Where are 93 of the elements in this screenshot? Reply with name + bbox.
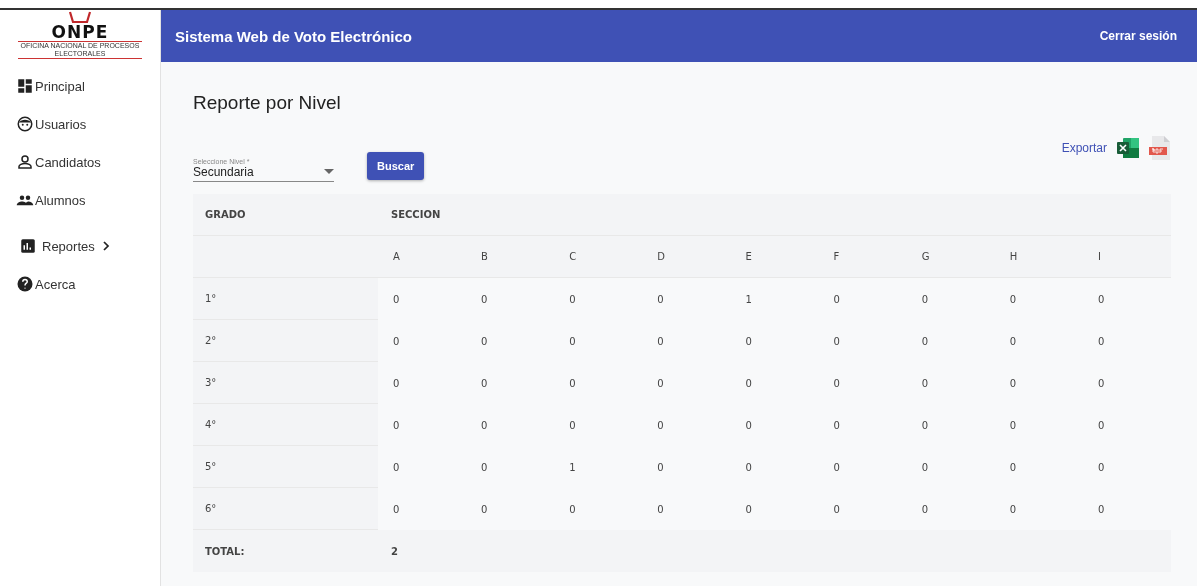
table-cell: 0: [393, 293, 400, 305]
table-cell: 0: [1097, 377, 1105, 389]
table-cell: 0: [481, 377, 488, 389]
page-title: Reporte por Nivel: [193, 92, 342, 114]
table-cell: 0: [1009, 503, 1017, 515]
table-cell: 0: [481, 419, 488, 431]
section-header: I: [1097, 251, 1101, 262]
sidebar-item[interactable]: Reportes: [19, 236, 160, 256]
grade-cell: 3°: [205, 377, 217, 388]
table-cell: 0: [569, 419, 576, 431]
table-cell: 0: [921, 377, 929, 389]
table-cell: 0: [1009, 461, 1017, 473]
section-header: C: [569, 251, 577, 262]
table-cell: 0: [921, 335, 929, 347]
export-link[interactable]: Exportar: [1061, 141, 1107, 155]
table-cell: 0: [745, 503, 752, 515]
table-cell: 0: [569, 335, 576, 347]
sidebar-item[interactable]: Alumnos: [16, 190, 160, 210]
sidebar-item[interactable]: Usuarios: [16, 114, 160, 134]
section-header: G: [921, 251, 930, 262]
table-cell: 0: [1097, 419, 1105, 431]
table-cell: 0: [921, 503, 929, 515]
table-cell: 0: [745, 377, 752, 389]
bar-chart-icon: [19, 237, 37, 255]
grade-cell: 6°: [205, 503, 217, 514]
table-cell: 0: [657, 419, 664, 431]
table-cell: 0: [393, 419, 400, 431]
total-value: 2: [391, 545, 398, 557]
table-cell: 0: [833, 377, 840, 389]
table-cell: 0: [1009, 335, 1017, 347]
table-cell: 0: [657, 461, 664, 473]
table-cell: 0: [569, 293, 576, 305]
app-title: Sistema Web de Voto Electrónico: [175, 27, 412, 45]
table-cell: 0: [657, 503, 664, 515]
table-cell: 0: [1097, 335, 1105, 347]
table-cell: 0: [1009, 419, 1017, 431]
table-cell: 0: [569, 377, 576, 389]
total-label: TOTAL:: [205, 545, 245, 557]
table-cell: 0: [657, 293, 664, 305]
search-button[interactable]: Buscar: [367, 152, 425, 180]
table-cell: 1: [569, 461, 576, 473]
pdf-file-icon[interactable]: [1149, 136, 1171, 160]
person-icon: [16, 153, 34, 171]
table-cell: 0: [921, 419, 929, 431]
section-header: A: [393, 251, 400, 262]
face-icon: [16, 115, 34, 133]
section-header: B: [481, 251, 488, 262]
table-cell: 0: [481, 503, 488, 515]
sidebar-item[interactable]: Principal: [16, 76, 160, 96]
table-cell: 0: [1097, 293, 1105, 305]
grade-cell: 2°: [205, 335, 217, 346]
table-cell: 1: [745, 293, 752, 305]
table-cell: 0: [921, 293, 929, 305]
table-cell: 0: [481, 293, 488, 305]
table-cell: 0: [745, 461, 752, 473]
help-icon: [16, 275, 34, 293]
table-cell: 0: [833, 335, 840, 347]
section-header: F: [833, 251, 840, 262]
sidebar-item[interactable]: Acerca: [16, 274, 160, 294]
table-cell: 0: [393, 503, 400, 515]
section-header: E: [745, 251, 752, 262]
table-cell: 0: [481, 461, 488, 473]
grade-cell: 4°: [205, 419, 217, 430]
grade-cell: 5°: [205, 461, 217, 472]
grade-cell: 1°: [205, 293, 217, 304]
table-cell: 0: [1097, 503, 1105, 515]
table-cell: 0: [1009, 293, 1017, 305]
table-cell: 0: [833, 503, 840, 515]
table-cell: 0: [1097, 461, 1105, 473]
table-cell: 0: [393, 377, 400, 389]
dashboard-icon: [16, 77, 34, 95]
table-cell: 0: [745, 335, 752, 347]
table-cell: 0: [657, 377, 664, 389]
table-cell: 0: [833, 419, 840, 431]
table-cell: 0: [657, 335, 664, 347]
table-cell: 0: [393, 335, 400, 347]
ballot-mark-icon: [67, 10, 93, 24]
table-cell: 0: [745, 419, 752, 431]
table-cell: 0: [1009, 377, 1017, 389]
dropdown-caret-icon: [324, 169, 334, 175]
table-cell: 0: [393, 461, 400, 473]
section-header: H: [1009, 251, 1018, 262]
column-header: SECCION: [391, 209, 441, 220]
column-header: GRADO: [205, 209, 246, 220]
table-cell: 0: [833, 461, 840, 473]
spreadsheet-icon[interactable]: [1117, 138, 1139, 158]
sidebar-item[interactable]: Candidatos: [16, 152, 160, 172]
table-cell: 0: [569, 503, 576, 515]
table-cell: 0: [833, 293, 840, 305]
logout-link[interactable]: Cerrar sesión: [1099, 29, 1177, 43]
table-cell: 0: [921, 461, 929, 473]
table-cell: 0: [481, 335, 488, 347]
section-header: D: [657, 251, 666, 262]
